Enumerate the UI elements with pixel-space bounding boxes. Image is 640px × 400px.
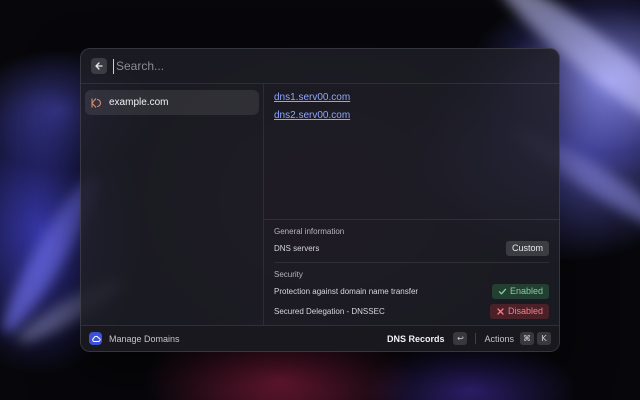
metadata-separator <box>274 262 549 263</box>
action-divider <box>475 333 477 344</box>
dns-servers-row: DNS servers Custom <box>274 238 549 258</box>
general-info-heading: General information <box>274 227 345 236</box>
domain-list: example.com <box>81 84 264 325</box>
dnssec-tag: Disabled <box>489 303 549 319</box>
dns-servers-label: DNS servers <box>274 243 320 253</box>
nameserver-link-2[interactable]: dns2.serv00.com <box>274 110 549 121</box>
action-bar: Manage Domains DNS Records ↩ Actions ⌘ K <box>81 325 559 351</box>
security-heading: Security <box>274 270 303 279</box>
x-icon <box>497 307 504 315</box>
k-key-hint: K <box>537 332 551 345</box>
dns-servers-tag: Custom <box>505 240 549 256</box>
actions-button[interactable]: Actions <box>484 334 514 344</box>
launcher-window: example.com dns1.serv00.com dns2.serv00.… <box>80 48 560 352</box>
command-title: Manage Domains <box>109 333 180 344</box>
transfer-protection-row: Protection against domain name transfer … <box>274 281 549 301</box>
detail-panel: dns1.serv00.com dns2.serv00.com General … <box>264 84 559 325</box>
arrow-left-icon <box>95 62 103 70</box>
transfer-protection-value: Enabled <box>509 285 543 296</box>
nameserver-links: dns1.serv00.com dns2.serv00.com <box>264 84 559 136</box>
list-item-example-com[interactable]: example.com <box>85 90 259 115</box>
transfer-protection-label: Protection against domain name transfer <box>274 286 419 296</box>
search-input[interactable] <box>113 58 549 74</box>
enter-key-hint: ↩ <box>453 332 468 345</box>
dns-records-action[interactable]: DNS Records <box>387 334 445 344</box>
nameserver-link-1[interactable]: dns1.serv00.com <box>274 92 549 103</box>
command-key-hint: ⌘ <box>520 332 534 345</box>
transfer-protection-tag: Enabled <box>491 283 549 299</box>
back-button[interactable] <box>91 58 107 74</box>
check-icon <box>498 288 507 294</box>
content-area: example.com dns1.serv00.com dns2.serv00.… <box>81 84 559 325</box>
list-item-label: example.com <box>109 97 169 108</box>
site-favicon-icon <box>89 96 103 110</box>
dnssec-label: Secured Delegation - DNSSEC <box>274 306 385 316</box>
search-bar <box>81 49 559 84</box>
dnssec-value: Disabled <box>507 305 543 316</box>
dnssec-row: Secured Delegation - DNSSEC Disabled <box>274 301 549 321</box>
cloud-icon <box>89 332 102 345</box>
metadata-section: General information DNS servers Custom S… <box>264 219 559 321</box>
